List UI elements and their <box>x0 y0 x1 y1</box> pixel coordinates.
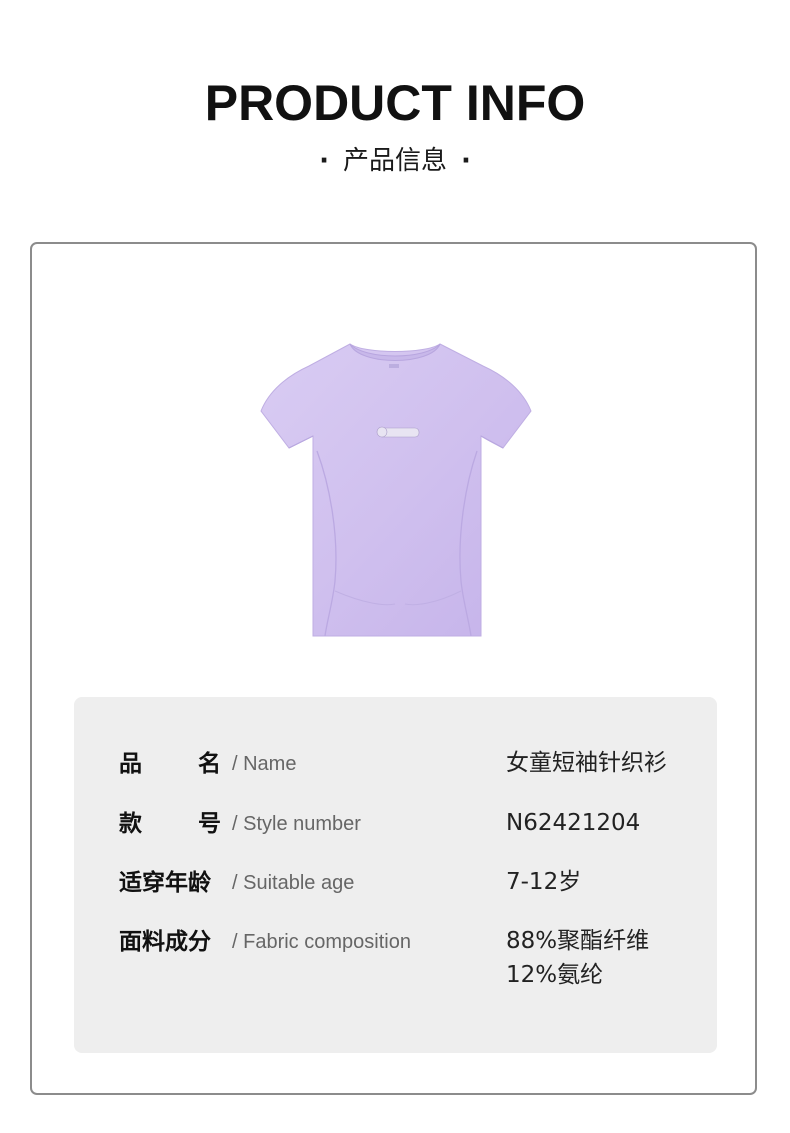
label-suitable-age-zh: 适穿年龄 <box>119 870 211 896</box>
subtitle-text: 产品信息 <box>342 146 447 176</box>
page-title: PRODUCT INFO <box>204 75 586 131</box>
value-name: 女童短袖针织衫 <box>506 750 667 776</box>
label-style-number-zh: 款 号 <box>119 811 221 837</box>
shirt-body <box>260 343 532 637</box>
chest-logo <box>376 426 420 438</box>
subtitle-dot-left: · <box>319 146 329 176</box>
value-fabric-composition: 88%聚酯纤维 12%氨纶 <box>506 928 650 988</box>
label-fabric-composition-en: / Fabric composition <box>232 931 411 953</box>
subtitle-dot-right: · <box>461 146 471 176</box>
value-style-number: N62421204 <box>506 810 641 836</box>
label-fabric-composition-zh: 面料成分 <box>119 929 211 955</box>
value-suitable-age: 7-12岁 <box>506 869 582 895</box>
product-info-panel: 品 名 / Name 女童短袖针织衫 款 号 / Style number N6… <box>74 697 717 1053</box>
page-subtitle: · 产品信息 · <box>0 144 790 178</box>
label-style-number-en: / Style number <box>232 813 361 835</box>
product-image-tshirt <box>260 343 532 637</box>
label-name-en: / Name <box>232 753 297 775</box>
label-suitable-age-en: / Suitable age <box>232 872 355 894</box>
label-name-zh: 品 名 <box>119 751 221 777</box>
